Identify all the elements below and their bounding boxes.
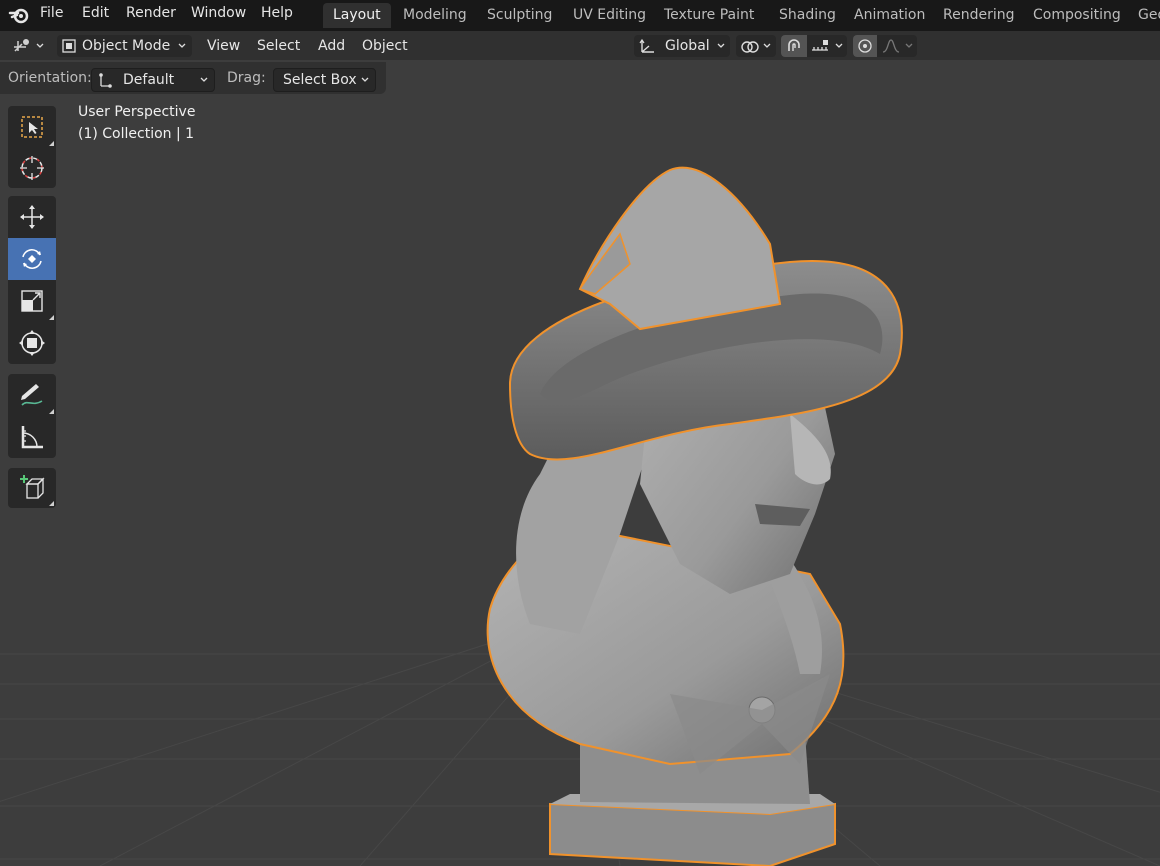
tool-corner-indicator xyxy=(49,141,54,146)
snap-toggle[interactable] xyxy=(781,35,807,57)
witch-bust-model[interactable] xyxy=(470,154,930,866)
viewport-perspective-label: User Perspective xyxy=(78,104,196,120)
chevron-down-icon xyxy=(763,43,771,48)
mode-label: Object Mode xyxy=(82,38,171,54)
orientation-label: Orientation: xyxy=(8,70,92,86)
3d-viewport[interactable]: User Perspective (1) Collection | 1 xyxy=(0,94,1160,866)
measure-tool[interactable] xyxy=(8,416,56,458)
orientation-default-icon xyxy=(99,73,112,88)
object-menu[interactable]: Object xyxy=(362,35,408,57)
tab-sculpting[interactable]: Sculpting xyxy=(477,3,562,28)
proportional-editing-icon xyxy=(858,39,872,53)
editor-type-button[interactable] xyxy=(8,35,48,57)
tab-compositing[interactable]: Compositing xyxy=(1023,3,1131,28)
annotate-tool[interactable] xyxy=(8,374,56,416)
snap-increment-icon[interactable] xyxy=(810,38,830,54)
rotate-tool[interactable] xyxy=(8,238,56,280)
scale-icon xyxy=(21,290,43,312)
add-cube-icon xyxy=(20,475,45,499)
cursor-tool[interactable] xyxy=(8,147,56,189)
blender-logo-icon[interactable] xyxy=(8,4,30,26)
orientation-global-icon xyxy=(639,38,654,53)
tool-group-add xyxy=(8,468,56,508)
tab-shading[interactable]: Shading xyxy=(769,3,846,28)
move-icon xyxy=(20,205,44,229)
tab-geometry-nodes[interactable]: Geo xyxy=(1128,3,1160,28)
tool-group-select xyxy=(8,106,56,188)
orientation-value: Default xyxy=(123,72,175,88)
rotate-icon xyxy=(22,249,42,269)
chevron-down-icon xyxy=(717,43,725,48)
drag-dropdown[interactable]: Select Box xyxy=(273,68,376,92)
falloff-curve-icon[interactable] xyxy=(881,38,901,54)
chevron-down-icon xyxy=(361,77,369,82)
drag-label: Drag: xyxy=(227,70,266,86)
tab-animation[interactable]: Animation xyxy=(844,3,935,28)
object-mode-icon xyxy=(62,39,76,53)
mode-dropdown[interactable]: Object Mode xyxy=(57,35,192,57)
orientation-label: Global xyxy=(665,38,710,54)
magnet-icon xyxy=(788,39,800,51)
chevron-down-icon xyxy=(905,43,913,48)
tool-group-annotate xyxy=(8,374,56,458)
tool-corner-indicator xyxy=(49,501,54,506)
transform-orientation-dropdown[interactable]: Global xyxy=(634,35,730,57)
cursor-icon xyxy=(20,156,44,180)
chevron-down-icon xyxy=(200,77,208,82)
orientation-dropdown[interactable]: Default xyxy=(91,68,215,92)
pivot-point-dropdown[interactable] xyxy=(736,35,776,57)
snapping-group xyxy=(781,35,847,57)
add-cube-tool[interactable] xyxy=(8,468,56,508)
chevron-down-icon xyxy=(835,43,843,48)
add-menu[interactable]: Add xyxy=(318,35,345,57)
tool-corner-indicator xyxy=(49,409,54,414)
tab-uv-editing[interactable]: UV Editing xyxy=(563,3,656,28)
menu-render[interactable]: Render xyxy=(126,0,176,27)
select-box-icon xyxy=(21,116,43,138)
view-menu[interactable]: View xyxy=(207,35,240,57)
tool-group-transform xyxy=(8,196,56,364)
menu-file[interactable]: File xyxy=(40,0,63,27)
viewport-collection-label: (1) Collection | 1 xyxy=(78,126,195,142)
tool-settings-bar: Orientation: Default Drag: Select Box xyxy=(0,62,386,94)
menu-edit[interactable]: Edit xyxy=(82,0,109,27)
select-menu[interactable]: Select xyxy=(257,35,300,57)
pivot-icon xyxy=(741,41,759,53)
tab-modeling[interactable]: Modeling xyxy=(393,3,477,28)
chevron-down-icon xyxy=(36,43,44,48)
proportional-editing-group xyxy=(853,35,917,57)
tab-texture-paint[interactable]: Texture Paint xyxy=(654,3,764,28)
proportional-toggle[interactable] xyxy=(853,35,877,57)
tab-rendering[interactable]: Rendering xyxy=(933,3,1025,28)
menu-window[interactable]: Window xyxy=(191,0,246,27)
move-tool[interactable] xyxy=(8,196,56,238)
tool-corner-indicator xyxy=(49,315,54,320)
tab-layout[interactable]: Layout xyxy=(323,3,391,28)
measure-icon xyxy=(21,426,43,449)
transform-tool[interactable] xyxy=(8,322,56,364)
viewport-header: Object Mode View Select Add Object Globa… xyxy=(0,31,1160,60)
drag-value: Select Box xyxy=(283,72,357,88)
select-box-tool[interactable] xyxy=(8,106,56,148)
transform-gizmo-icon xyxy=(14,39,29,52)
scale-tool[interactable] xyxy=(8,280,56,322)
chevron-down-icon xyxy=(178,43,186,48)
annotate-icon xyxy=(21,384,43,406)
transform-icon xyxy=(19,330,45,356)
top-menu-bar: File Edit Render Window Help Layout Mode… xyxy=(0,0,1160,31)
menu-help[interactable]: Help xyxy=(261,0,293,27)
